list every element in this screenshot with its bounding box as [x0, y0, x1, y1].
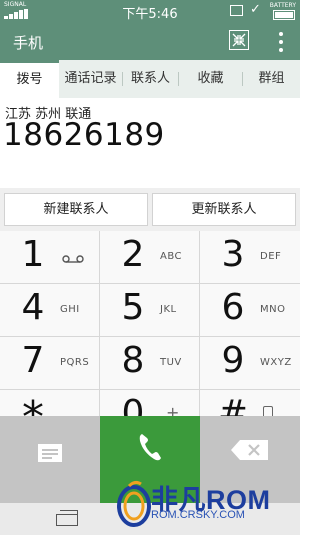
app-bar: 手机 [0, 23, 300, 60]
update-contact-button[interactable]: 更新联系人 [152, 193, 296, 226]
tab-groups[interactable]: 群组 [243, 60, 300, 98]
watermark-logo [117, 480, 151, 527]
tab-contacts[interactable]: 联系人 [123, 60, 178, 98]
sms-button[interactable] [0, 416, 100, 503]
key-digit: 1 [21, 234, 45, 275]
key-digit: 2 [121, 234, 145, 275]
dialpad: 1 2 ABC 3 DEF 4 GHI 5 JKL 6 MNO 7 PQRS 8… [0, 231, 300, 443]
watermark: 非凡ROM ROM.CRSKY.COM [115, 478, 300, 535]
tab-bar: 拨号 通话记录 联系人 收藏 群组 [0, 60, 300, 98]
dialed-number[interactable]: 18626189 [3, 117, 165, 153]
key-letters: GHI [60, 304, 80, 315]
key-letters: JKL [160, 304, 177, 315]
sms-icon [38, 444, 62, 462]
backspace-icon [231, 440, 268, 460]
tab-call-log[interactable]: 通话记录 [59, 60, 122, 98]
key-letters: MNO [260, 304, 286, 315]
check-notification-icon: ✓ [250, 2, 261, 17]
new-contact-button[interactable]: 新建联系人 [4, 193, 148, 226]
key-4[interactable]: 4 GHI [0, 284, 100, 337]
more-vert-icon[interactable] [270, 29, 290, 55]
recent-apps-icon[interactable] [56, 510, 78, 526]
key-7[interactable]: 7 PQRS [0, 337, 100, 390]
key-3[interactable]: 3 DEF [200, 231, 300, 284]
app-title: 手机 [13, 34, 44, 52]
tab-favorites[interactable]: 收藏 [179, 60, 242, 98]
watermark-url: ROM.CRSKY.COM [151, 509, 245, 521]
key-digit: 6 [221, 287, 245, 328]
key-6[interactable]: 6 MNO [200, 284, 300, 337]
battery-label: BATTERY [269, 2, 296, 9]
voicemail-icon [62, 255, 84, 263]
key-digit: 8 [121, 340, 145, 381]
key-letters: ABC [160, 251, 183, 262]
key-letters: WXYZ [260, 357, 292, 368]
key-digit: 7 [21, 340, 45, 381]
shrink-window-icon[interactable] [229, 30, 249, 50]
contact-actions: 新建联系人 更新联系人 [0, 188, 300, 231]
key-digit: 4 [21, 287, 45, 328]
key-1[interactable]: 1 [0, 231, 100, 284]
key-2[interactable]: 2 ABC [100, 231, 200, 284]
key-9[interactable]: 9 WXYZ [200, 337, 300, 390]
key-letters: PQRS [60, 357, 90, 368]
key-5[interactable]: 5 JKL [100, 284, 200, 337]
image-notification-icon [230, 5, 243, 16]
key-digit: 9 [221, 340, 245, 381]
key-digit: 3 [221, 234, 245, 275]
key-letters: DEF [260, 251, 282, 262]
key-8[interactable]: 8 TUV [100, 337, 200, 390]
battery-icon [273, 10, 295, 20]
tab-dialpad[interactable]: 拨号 [0, 60, 59, 98]
status-bar: SIGNAL 下午5:46 ✓ BATTERY [0, 0, 300, 23]
key-digit: 5 [121, 287, 145, 328]
call-icon [139, 434, 161, 461]
key-letters: TUV [160, 357, 182, 368]
